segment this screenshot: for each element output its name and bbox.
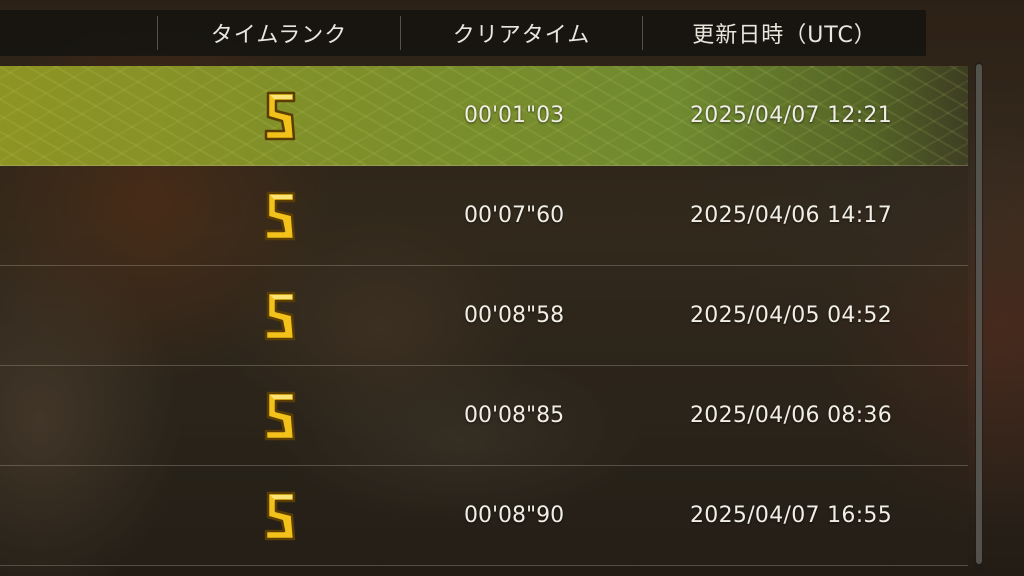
record-row[interactable]: 00'01"03 2025/04/07 12:21 bbox=[0, 66, 968, 166]
updated-date: 2025/04/06 14:17 bbox=[690, 203, 892, 228]
table-header: タイムランク クリアタイム 更新日時（UTC） bbox=[0, 10, 926, 56]
rank-s-icon bbox=[264, 191, 296, 241]
record-row[interactable]: 00'08"58 2025/04/05 04:52 bbox=[0, 266, 968, 366]
clear-time: 00'08"85 bbox=[464, 403, 565, 428]
header-updated-utc: 更新日時（UTC） bbox=[692, 23, 877, 48]
header-time-rank: タイムランク bbox=[210, 23, 348, 48]
updated-date: 2025/04/07 12:21 bbox=[690, 103, 892, 128]
header-clear-time: クリアタイム bbox=[452, 23, 591, 48]
scrollbar[interactable] bbox=[975, 62, 983, 572]
scrollbar-thumb[interactable] bbox=[976, 64, 982, 564]
clear-time: 00'08"58 bbox=[464, 303, 565, 328]
record-row[interactable]: 00'08"85 2025/04/06 08:36 bbox=[0, 366, 968, 466]
rank-s-icon bbox=[264, 491, 296, 541]
rank-s-icon bbox=[264, 391, 296, 441]
record-list: 00'01"03 2025/04/07 12:21 00'07"60 2025/… bbox=[0, 66, 968, 566]
clear-time: 00'07"60 bbox=[464, 203, 565, 228]
updated-date: 2025/04/05 04:52 bbox=[690, 303, 892, 328]
rank-s-icon bbox=[264, 91, 296, 141]
ranking-screen: タイムランク クリアタイム 更新日時（UTC） 00'01"03 2025/04… bbox=[0, 0, 1024, 576]
clear-time: 00'01"03 bbox=[464, 103, 565, 128]
record-row[interactable]: 00'08"90 2025/04/07 16:55 bbox=[0, 466, 968, 566]
rank-s-icon bbox=[264, 291, 296, 341]
clear-time: 00'08"90 bbox=[464, 503, 565, 528]
updated-date: 2025/04/06 08:36 bbox=[690, 403, 892, 428]
updated-date: 2025/04/07 16:55 bbox=[690, 503, 892, 528]
record-row[interactable]: 00'07"60 2025/04/06 14:17 bbox=[0, 166, 968, 266]
